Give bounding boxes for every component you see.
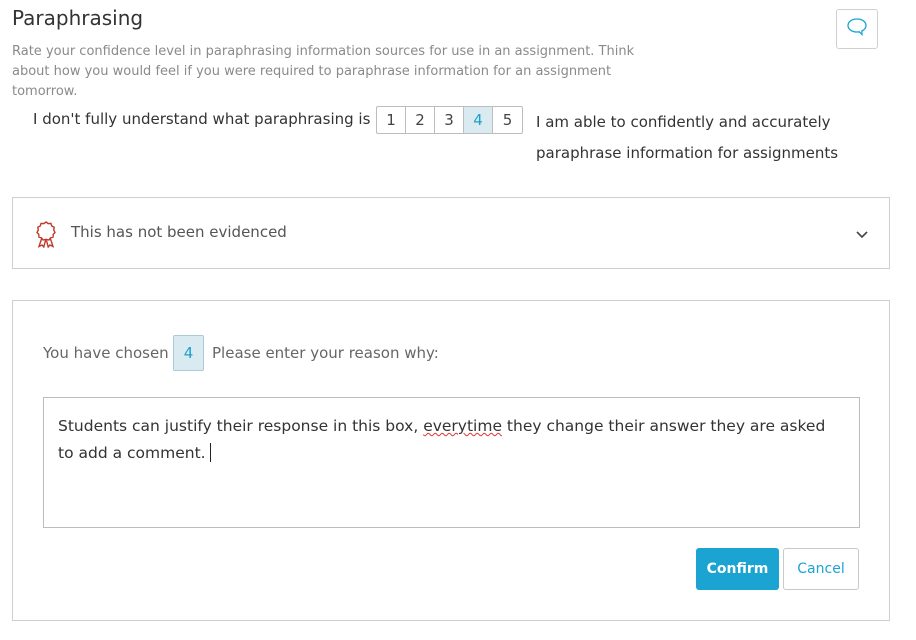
confidence-scale: 1 2 3 4 5 (376, 106, 523, 134)
chosen-label: You have chosen (43, 344, 169, 362)
misspelled-word: everytime (423, 417, 502, 435)
text-caret (209, 443, 211, 462)
confirm-button[interactable]: Confirm (696, 548, 779, 590)
scale-low-label: I don't fully understand what paraphrasi… (33, 110, 371, 128)
award-ribbon-icon (33, 220, 59, 252)
chosen-value-badge: 4 (173, 335, 204, 371)
comment-button[interactable] (836, 9, 878, 49)
page-title: Paraphrasing (12, 6, 144, 30)
scale-option-2[interactable]: 2 (406, 107, 435, 133)
reason-panel: You have chosen 4 Please enter your reas… (12, 300, 890, 621)
speech-bubble-icon (846, 17, 868, 41)
cancel-button[interactable]: Cancel (783, 548, 859, 590)
reason-text-part: Students can justify their response in t… (58, 417, 424, 435)
evidence-status-text: This has not been evidenced (71, 223, 287, 241)
reason-textarea[interactable]: Students can justify their response in t… (43, 397, 860, 528)
page-subtitle: Rate your confidence level in paraphrasi… (12, 44, 635, 99)
evidence-panel[interactable]: This has not been evidenced (12, 197, 890, 269)
scale-option-1[interactable]: 1 (377, 107, 406, 133)
chevron-down-icon[interactable] (855, 225, 869, 244)
scale-option-3[interactable]: 3 (435, 107, 464, 133)
scale-option-5[interactable]: 5 (493, 107, 522, 133)
scale-high-label: I am able to confidently and accurately … (536, 113, 839, 162)
reason-prompt: Please enter your reason why: (212, 344, 439, 362)
scale-option-4[interactable]: 4 (464, 107, 493, 133)
